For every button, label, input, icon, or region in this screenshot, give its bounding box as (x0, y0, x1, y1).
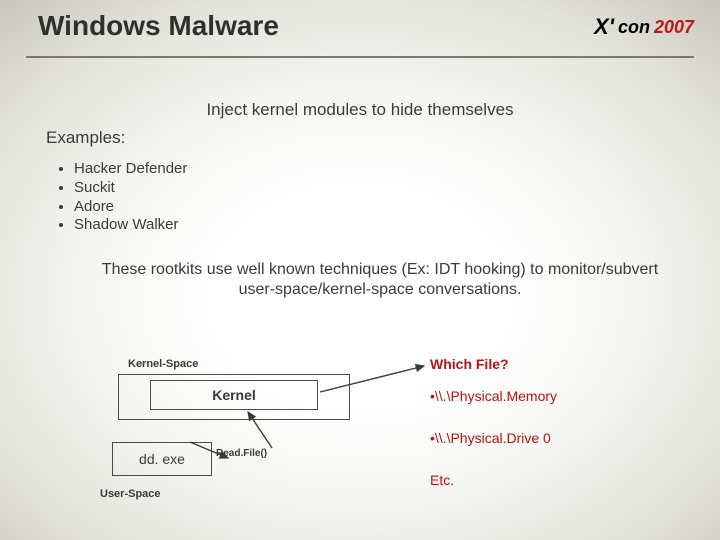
examples-list: Hacker Defender Suckit Adore Shadow Walk… (52, 160, 187, 235)
user-space-label: User-Space (100, 488, 161, 500)
logo-year: 2007 (654, 17, 694, 38)
list-item: Adore (74, 198, 187, 217)
which-file-heading: Which File? (430, 356, 509, 372)
kernel-box: Kernel (150, 380, 318, 410)
readfile-label: Read.File() (216, 448, 267, 459)
logo-text: con (618, 17, 650, 38)
slide-title: Windows Malware (38, 10, 279, 42)
list-item: Shadow Walker (74, 216, 187, 235)
dd-exe-box: dd. exe (112, 442, 212, 476)
kernel-space-label: Kernel-Space (128, 358, 198, 370)
explanation-text: These rootkits use well known techniques… (100, 260, 660, 300)
logo-x-glyph: X' (594, 14, 614, 40)
examples-heading: Examples: (46, 128, 125, 148)
file-option-etc: Etc. (430, 472, 454, 488)
header-divider (26, 56, 694, 58)
file-option: •\\.\Physical.Drive 0 (430, 430, 551, 446)
conference-logo: X'con2007 (594, 14, 694, 40)
slide: Windows Malware X'con2007 Inject kernel … (0, 0, 720, 540)
diagram: Kernel-Space Kernel dd. exe Read.File() … (0, 330, 720, 530)
slide-header: Windows Malware X'con2007 (0, 0, 720, 62)
file-option: •\\.\Physical.Memory (430, 388, 557, 404)
slide-subtitle: Inject kernel modules to hide themselves (0, 100, 720, 120)
list-item: Hacker Defender (74, 160, 187, 179)
diagram-arrows (0, 330, 720, 530)
list-item: Suckit (74, 179, 187, 198)
